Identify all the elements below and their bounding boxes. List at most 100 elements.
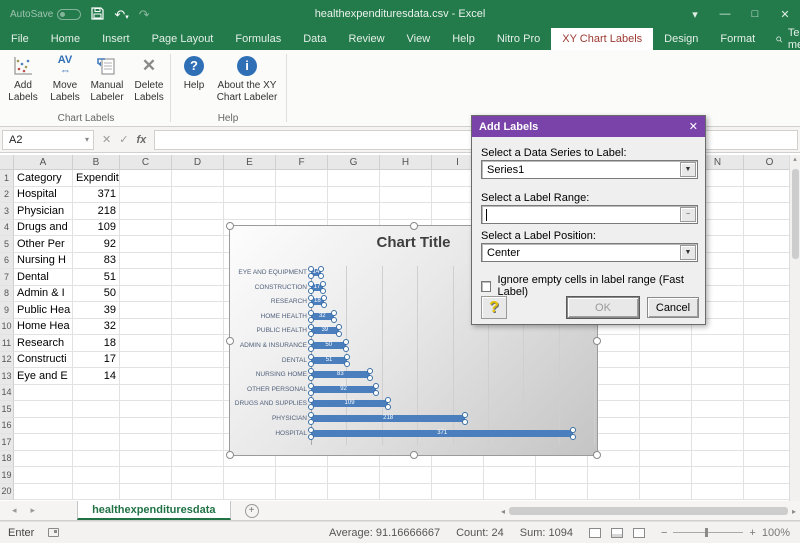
- cell-D2[interactable]: [172, 187, 224, 204]
- cell-E1[interactable]: [224, 170, 276, 187]
- cell-D8[interactable]: [172, 286, 224, 303]
- category-axis-label[interactable]: HOSPITAL: [230, 431, 307, 438]
- cell-A5[interactable]: Other Per: [14, 236, 73, 253]
- cell-B20[interactable]: [73, 484, 120, 501]
- cell-O9[interactable]: [744, 302, 789, 319]
- column-header-H[interactable]: H: [380, 155, 432, 170]
- cell-M17[interactable]: [640, 434, 692, 451]
- data-label[interactable]: 83: [311, 371, 370, 378]
- cell-A17[interactable]: [14, 434, 73, 451]
- cell-N12[interactable]: [692, 352, 744, 369]
- cell-O17[interactable]: [744, 434, 789, 451]
- cell-D18[interactable]: [172, 451, 224, 468]
- cancel-entry-icon[interactable]: ✕: [102, 133, 111, 146]
- add-labels-button[interactable]: Add Labels: [2, 50, 44, 103]
- cell-M11[interactable]: [640, 335, 692, 352]
- cell-O15[interactable]: [744, 401, 789, 418]
- cell-B11[interactable]: 18: [73, 335, 120, 352]
- name-box[interactable]: A2 ▾: [2, 130, 94, 150]
- category-axis-label[interactable]: DENTAL: [230, 358, 307, 365]
- row-header-3[interactable]: 3: [0, 203, 14, 220]
- cell-A16[interactable]: [14, 418, 73, 435]
- cell-C2[interactable]: [120, 187, 172, 204]
- cell-C6[interactable]: [120, 253, 172, 270]
- row-header-8[interactable]: 8: [0, 286, 14, 303]
- ribbon-tab-review[interactable]: Review: [337, 28, 395, 50]
- ribbon-tab-insert[interactable]: Insert: [91, 28, 141, 50]
- cell-D6[interactable]: [172, 253, 224, 270]
- cell-G1[interactable]: [328, 170, 380, 187]
- cell-B2[interactable]: 371: [73, 187, 120, 204]
- new-sheet-icon[interactable]: +: [245, 504, 259, 518]
- cell-O4[interactable]: [744, 220, 789, 237]
- vertical-scrollbar[interactable]: ▴: [789, 155, 800, 501]
- cell-O16[interactable]: [744, 418, 789, 435]
- cell-M12[interactable]: [640, 352, 692, 369]
- cell-O20[interactable]: [744, 484, 789, 501]
- column-header-A[interactable]: A: [14, 155, 73, 170]
- row-header-15[interactable]: 15: [0, 401, 14, 418]
- ribbon-tab-home[interactable]: Home: [40, 28, 91, 50]
- undo-dropdown-icon[interactable]: ▾: [125, 14, 129, 21]
- cell-O10[interactable]: [744, 319, 789, 336]
- cell-A8[interactable]: Admin & I: [14, 286, 73, 303]
- cell-L19[interactable]: [588, 467, 640, 484]
- cell-C10[interactable]: [120, 319, 172, 336]
- close-icon[interactable]: ✕: [770, 0, 800, 28]
- cell-C5[interactable]: [120, 236, 172, 253]
- row-header-11[interactable]: 11: [0, 335, 14, 352]
- data-label[interactable]: 51: [311, 357, 347, 364]
- scroll-left-icon[interactable]: ◂: [501, 507, 505, 516]
- column-header-O[interactable]: O: [744, 155, 789, 170]
- next-sheet-icon[interactable]: ▸: [31, 505, 36, 516]
- horizontal-scroll-thumb[interactable]: [509, 507, 788, 515]
- row-header-19[interactable]: 19: [0, 467, 14, 484]
- ribbon-tab-file[interactable]: File: [0, 28, 40, 50]
- maximize-icon[interactable]: □: [740, 0, 770, 28]
- ribbon-tab-formulas[interactable]: Formulas: [224, 28, 292, 50]
- cell-O3[interactable]: [744, 203, 789, 220]
- ribbon-tab-view[interactable]: View: [396, 28, 442, 50]
- normal-view-icon[interactable]: [589, 528, 601, 538]
- chart-resize-handle[interactable]: [226, 337, 234, 345]
- series-dropdown[interactable]: Series1 ▼: [481, 160, 698, 179]
- cell-C8[interactable]: [120, 286, 172, 303]
- cell-A1[interactable]: Category: [14, 170, 73, 187]
- redo-button[interactable]: ↷: [139, 8, 150, 21]
- category-axis-label[interactable]: RESEARCH: [230, 299, 307, 306]
- data-label[interactable]: 371: [311, 430, 573, 437]
- cell-A3[interactable]: Physician: [14, 203, 73, 220]
- cell-C18[interactable]: [120, 451, 172, 468]
- category-axis-label[interactable]: HOME HEALTH: [230, 314, 307, 321]
- zoom-slider[interactable]: [673, 532, 743, 533]
- cell-A15[interactable]: [14, 401, 73, 418]
- sheet-tab-healthexpendituresdata[interactable]: healthexpendituresdata: [77, 501, 230, 520]
- cell-F1[interactable]: [276, 170, 328, 187]
- move-labels-button[interactable]: AV⇔ Move Labels: [44, 50, 86, 103]
- dialog-title-bar[interactable]: Add Labels ✕: [472, 116, 705, 137]
- row-header-14[interactable]: 14: [0, 385, 14, 402]
- cell-C4[interactable]: [120, 220, 172, 237]
- category-axis-label[interactable]: OTHER PERSONAL: [230, 387, 307, 394]
- fast-label-checkbox[interactable]: Ignore empty cells in label range (Fast …: [481, 274, 705, 298]
- cell-D7[interactable]: [172, 269, 224, 286]
- page-layout-view-icon[interactable]: [611, 528, 623, 538]
- data-label[interactable]: 50: [311, 342, 346, 349]
- delete-labels-button[interactable]: ✕ Delete Labels: [128, 50, 170, 103]
- category-axis-label[interactable]: DRUGS AND SUPPLIES: [230, 401, 307, 408]
- cell-N14[interactable]: [692, 385, 744, 402]
- cell-N16[interactable]: [692, 418, 744, 435]
- data-label[interactable]: 39: [311, 327, 339, 334]
- cell-G2[interactable]: [328, 187, 380, 204]
- cell-A12[interactable]: Constructi: [14, 352, 73, 369]
- cell-E20[interactable]: [224, 484, 276, 501]
- cell-C13[interactable]: [120, 368, 172, 385]
- row-header-2[interactable]: 2: [0, 187, 14, 204]
- cell-B9[interactable]: 39: [73, 302, 120, 319]
- cell-B17[interactable]: [73, 434, 120, 451]
- series-dropdown-arrow-icon[interactable]: ▼: [680, 162, 696, 177]
- position-dropdown[interactable]: Center ▼: [481, 243, 698, 262]
- cell-I20[interactable]: [432, 484, 484, 501]
- confirm-entry-icon[interactable]: ✓: [119, 133, 128, 146]
- column-header-D[interactable]: D: [172, 155, 224, 170]
